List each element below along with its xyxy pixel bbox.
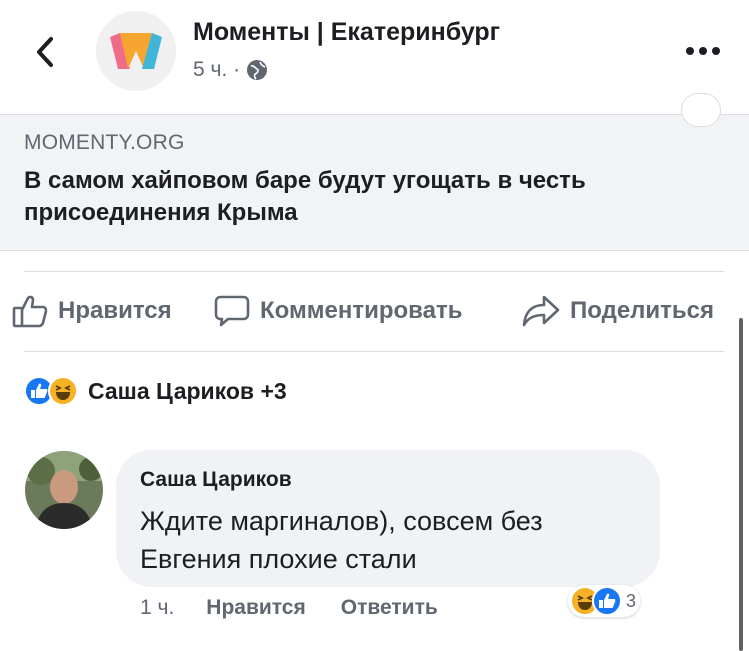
page-logo — [110, 33, 162, 69]
divider — [24, 351, 724, 352]
haha-reaction-icon — [48, 376, 78, 406]
globe-icon — [247, 60, 268, 80]
thumbs-up-icon — [12, 295, 48, 328]
share-button[interactable]: Поделиться — [522, 294, 714, 328]
post-time[interactable]: 5 ч. · — [193, 58, 240, 82]
comment-reply-button[interactable]: Ответить — [341, 596, 438, 620]
like-button[interactable]: Нравится — [12, 294, 172, 328]
link-preview-card[interactable]: MOMENTY.ORG В самом хайповом баре будут … — [0, 93, 749, 251]
page-name[interactable]: Моменты | Екатеринбург — [193, 18, 500, 47]
like-label: Нравится — [58, 297, 172, 324]
chevron-left-icon — [37, 37, 53, 67]
share-arrow-icon — [522, 295, 560, 327]
post-header: Моменты | Екатеринбург 5 ч. · — [0, 0, 749, 110]
comment-bubble-icon — [214, 295, 250, 327]
post-meta: 5 ч. · — [193, 58, 268, 82]
comment-bubble[interactable]: Саша Цариков Ждите маргиналов), совсем б… — [116, 450, 660, 587]
reactors-names[interactable]: Саша Цариков +3 — [88, 378, 287, 405]
comment-text: Ждите маргиналов), совсем без Евгения пл… — [140, 506, 543, 574]
comment-reaction-count: 3 — [626, 590, 637, 611]
comment-label: Комментировать — [260, 297, 463, 324]
post-actions: Нравится Комментировать Поделиться — [0, 272, 749, 352]
comment-author[interactable]: Саша Цариков — [140, 468, 292, 492]
share-label: Поделиться — [570, 297, 715, 324]
like-reaction-icon — [592, 586, 622, 616]
link-title[interactable]: В самом хайповом баре будут угощать в че… — [24, 165, 724, 229]
comment-button[interactable]: Комментировать — [214, 294, 462, 328]
comment-time[interactable]: 1 ч. — [140, 596, 174, 620]
more-options-button[interactable] — [683, 36, 723, 66]
more-dots-icon — [686, 47, 720, 55]
link-domain: MOMENTY.ORG — [24, 131, 185, 154]
reactions-summary[interactable]: Саша Цариков +3 — [24, 376, 287, 406]
comment-reactions[interactable]: 3 — [568, 585, 641, 617]
back-button[interactable] — [30, 32, 60, 72]
comment-meta: 1 ч. Нравится Ответить — [140, 596, 473, 620]
comment-like-button[interactable]: Нравится — [206, 596, 305, 620]
scrollbar[interactable] — [739, 318, 743, 651]
commenter-avatar[interactable] — [25, 451, 103, 529]
avatar-photo — [25, 451, 103, 529]
page-avatar[interactable] — [96, 11, 176, 91]
link-preview-action[interactable] — [681, 93, 721, 127]
